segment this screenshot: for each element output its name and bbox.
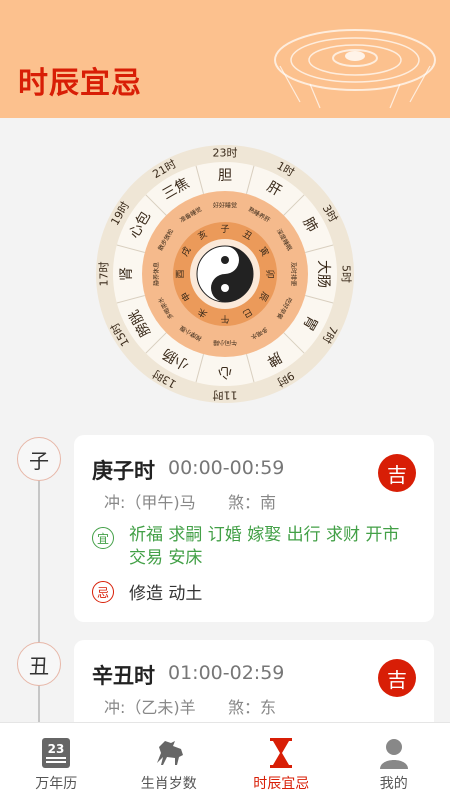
wheel-branch-label: 卯 (264, 269, 275, 278)
chong-text: 冲:（甲午)马 (104, 493, 196, 512)
ji-activities: 修造 动土 (129, 584, 203, 604)
yin-yang-dot (221, 284, 229, 292)
yin-yang-dot (221, 256, 229, 264)
wheel-organ-label: 胆 (218, 168, 232, 184)
wheel-organ-label: 心 (218, 364, 232, 380)
wheel-branch-label: 午 (220, 313, 229, 325)
tab-label: 我的 (379, 776, 408, 792)
twelve-hours-organ-wheel: 23时1时3时5时7时9时11时13时15时17时19时21时 胆肝肺大肠胃脾心小… (96, 145, 354, 403)
wheel-branch-label: 酉 (175, 269, 186, 278)
tab-label: 生肖岁数 (140, 776, 197, 792)
bottom-tab-bar: 23 万年历 生肖岁数 时辰宜忌 我的 (0, 722, 450, 800)
hour-title: 辛丑时 (92, 664, 155, 688)
tab-zodiac-age[interactable]: 生肖岁数 (113, 723, 226, 800)
tab-mine[interactable]: 我的 (338, 723, 450, 800)
hour-card-zi[interactable]: 庚子时 00:00-00:59 冲:（甲午)马 煞：南 吉 宜 祈福 求嗣 订婚… (74, 435, 434, 622)
luck-badge: 吉 (378, 454, 416, 492)
wheel-advice-label: 午间小睡 (213, 339, 237, 347)
calendar-day-number: 23 (48, 742, 65, 756)
yi-icon: 宜 (92, 527, 114, 549)
tab-label: 万年历 (35, 776, 78, 792)
ji-icon: 忌 (92, 581, 114, 603)
hour-time-range: 01:00-02:59 (168, 662, 285, 684)
wheel-hour-label: 11时 (213, 389, 238, 402)
calendar-icon: 23 (42, 738, 71, 768)
horse-icon (156, 741, 183, 765)
sha-text: 煞：东 (228, 698, 277, 717)
wheel-branch-label: 子 (220, 224, 229, 235)
hour-time-range: 00:00-00:59 (168, 457, 285, 479)
timeline-node-chou: 丑 (17, 642, 61, 686)
tab-calendar[interactable]: 23 万年历 (0, 723, 113, 800)
hour-title: 庚子时 (92, 459, 155, 483)
yin-yang-compass-decoration (274, 29, 436, 109)
wheel-hour-label: 23时 (213, 147, 238, 160)
wheel-advice-label: 及时排便 (290, 262, 298, 286)
sha-text: 煞：南 (228, 493, 277, 512)
wheel-hour-label: 5时 (340, 265, 353, 283)
wheel-advice-label: 好好睡觉 (213, 202, 237, 210)
yi-activities: 祈福 求嗣 订婚 嫁娶 出行 求财 开市 交易 安床 (129, 525, 400, 568)
timeline-node-zi: 子 (17, 437, 61, 481)
header: 时辰宜忌 (0, 0, 450, 118)
wheel-advice-label: 静养休息 (153, 262, 161, 286)
wheel-organ-label: 肾 (119, 267, 135, 281)
timeline-line (38, 682, 40, 722)
wheel-hour-label: 17时 (98, 262, 111, 287)
tab-hour-yiji[interactable]: 时辰宜忌 (225, 723, 338, 800)
tab-label: 时辰宜忌 (253, 776, 310, 792)
user-icon (379, 739, 408, 769)
timeline-line (38, 476, 40, 646)
hourglass-icon (270, 738, 293, 768)
page-title: 时辰宜忌 (18, 66, 142, 101)
luck-badge: 吉 (378, 659, 416, 697)
wheel-organ-label: 大肠 (315, 260, 331, 288)
chong-text: 冲:（乙未)羊 (104, 698, 196, 717)
